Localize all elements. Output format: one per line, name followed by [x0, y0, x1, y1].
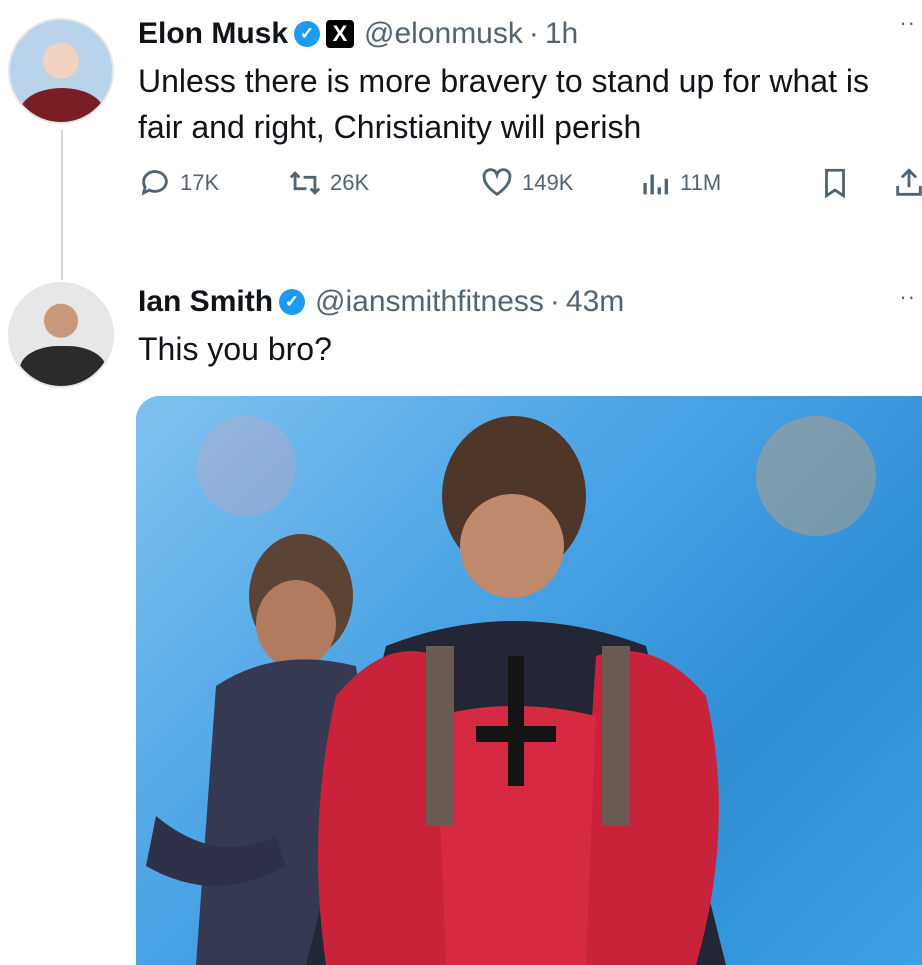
x-logo-icon: X: [326, 20, 355, 48]
tweet-header: Elon Musk ✓ X @elonmusk · 1h: [138, 14, 578, 54]
photo-illustration: [146, 416, 876, 965]
share-icon: [896, 168, 922, 196]
avatar[interactable]: [8, 18, 114, 124]
verified-badge-icon: ✓: [279, 289, 306, 315]
separator-dot: ·: [528, 17, 539, 50]
tweet-actions: 17K 26K 149K 11M: [138, 166, 922, 206]
views-button[interactable]: 11M: [638, 166, 721, 200]
views-count: 11M: [680, 170, 722, 195]
tweet-image[interactable]: [136, 396, 922, 965]
bookmark-button[interactable]: [818, 166, 860, 200]
like-button[interactable]: 149K: [480, 166, 573, 200]
timestamp[interactable]: 1h: [545, 17, 578, 51]
share-button[interactable]: [892, 166, 922, 200]
views-icon: [643, 174, 669, 195]
reply-count: 17K: [180, 170, 220, 195]
reply-icon: [141, 170, 168, 196]
thread-line: [61, 130, 63, 280]
tweet-ian-smith[interactable]: Ian Smith ✓ @iansmithfitness · 43m ·· Th…: [0, 270, 922, 965]
tweet-header: Ian Smith ✓ @iansmithfitness · 43m: [138, 282, 624, 322]
like-count: 149K: [522, 170, 574, 195]
more-icon[interactable]: ··: [899, 10, 916, 36]
author-handle[interactable]: @iansmithfitness: [315, 285, 544, 319]
more-icon[interactable]: ··: [899, 284, 916, 310]
author-handle[interactable]: @elonmusk: [364, 17, 523, 51]
separator-dot: ·: [549, 285, 560, 318]
tweet-elon-musk[interactable]: Elon Musk ✓ X @elonmusk · 1h ·· Unless t…: [0, 0, 922, 280]
verified-badge-icon: ✓: [294, 21, 321, 47]
repost-icon: [289, 171, 321, 195]
timestamp[interactable]: 43m: [566, 285, 624, 319]
repost-button[interactable]: 26K: [288, 166, 369, 200]
author-name[interactable]: Elon Musk: [138, 17, 288, 51]
tweet-text: Unless there is more bravery to stand up…: [138, 63, 869, 145]
bookmark-icon: [825, 168, 845, 199]
author-name[interactable]: Ian Smith: [138, 285, 273, 319]
avatar[interactable]: [8, 282, 114, 388]
tweet-text: This you bro?: [138, 331, 332, 367]
like-icon: [482, 168, 512, 197]
repost-count: 26K: [330, 170, 370, 195]
reply-button[interactable]: 17K: [138, 166, 219, 200]
